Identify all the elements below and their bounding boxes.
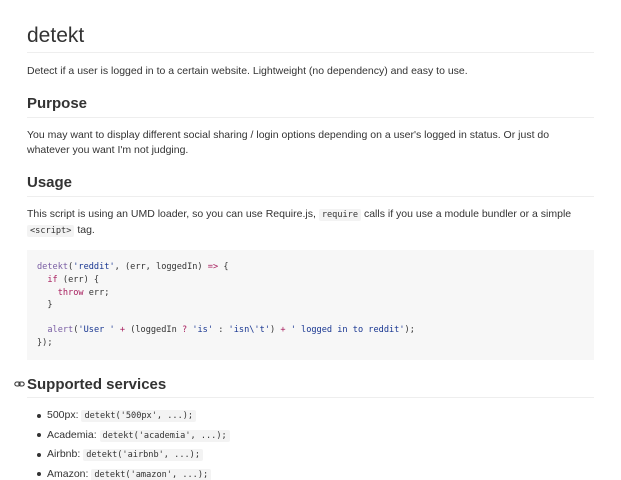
list-item: 500px: detekt('500px', ...); — [37, 408, 594, 424]
code-token: detekt — [37, 262, 69, 273]
code-token: : — [213, 325, 229, 336]
page-title: detekt — [27, 0, 594, 54]
code-token: if — [47, 275, 58, 286]
code-token: { — [218, 262, 229, 273]
service-name: Airbnb: — [47, 448, 81, 461]
code-token: 'is' — [192, 325, 214, 336]
service-name: Academia: — [47, 428, 97, 441]
code-line: }); — [37, 338, 53, 348]
list-item: Airbnb: detekt('airbnb', ...); — [37, 447, 594, 463]
code-token: throw — [57, 287, 84, 298]
code-token: 'reddit' — [73, 262, 115, 273]
code-token: (loggedIn — [125, 325, 182, 336]
purpose-heading: Purpose — [27, 95, 594, 118]
service-name: 500px: — [47, 409, 79, 422]
service-code: detekt('amazon', ...); — [91, 468, 212, 480]
purpose-paragraph: You may want to display different social… — [27, 128, 550, 157]
list-item: Amazon: detekt('amazon', ...); — [37, 467, 594, 480]
usage-heading: Usage — [27, 174, 594, 197]
usage-paragraph: This script is using an UMD loader, so y… — [27, 207, 594, 239]
service-code: detekt('academia', ...); — [99, 429, 230, 442]
inline-code-script: <script> — [27, 224, 75, 237]
code-token: } — [37, 300, 53, 311]
code-token: , (err, loggedIn) — [114, 262, 208, 273]
code-token: ' logged in to reddit' — [290, 325, 405, 336]
service-code: detekt('airbnb', ...); — [83, 449, 204, 462]
code-token: }); — [37, 338, 53, 348]
code-token: alert — [47, 325, 74, 336]
code-line: } — [37, 300, 53, 311]
code-token: err; — [83, 287, 110, 298]
services-heading-text: Supported services — [27, 375, 167, 393]
code-token: (err) { — [57, 275, 100, 286]
code-block: detekt('reddit', (err, loggedIn) => { if… — [27, 250, 594, 360]
code-line: throw err; — [37, 287, 110, 298]
code-token: => — [207, 262, 219, 273]
intro-paragraph: Detect if a user is logged in to a certa… — [27, 65, 468, 78]
link-icon[interactable] — [14, 380, 25, 388]
readme-page: detekt Detect if a user is logged in to … — [0, 0, 621, 480]
code-line: if (err) { — [37, 275, 99, 285]
inline-code-require: require — [318, 208, 362, 221]
service-code: detekt('500px', ...); — [81, 410, 197, 423]
code-token: ); — [404, 325, 415, 336]
code-token: 'isn\'t' — [228, 325, 270, 336]
code-line: alert('User ' + (loggedIn ? 'is' : 'isn\… — [37, 325, 415, 335]
code-token: 'User ' — [78, 325, 115, 336]
services-list: 500px: detekt('500px', ...); Academia: de… — [27, 408, 594, 480]
code-line: detekt('reddit', (err, loggedIn) => { — [37, 262, 229, 272]
code-token: ) — [269, 325, 281, 336]
service-name: Amazon: — [47, 467, 89, 480]
usage-text-middle: calls if you use a module bundler or a s… — [363, 207, 572, 220]
list-item: Academia: detekt('academia', ...); — [37, 428, 594, 444]
services-heading: Supported services — [14, 375, 594, 399]
usage-text-after: tag. — [77, 223, 95, 236]
usage-text-before: This script is using an UMD loader, so y… — [27, 207, 316, 220]
